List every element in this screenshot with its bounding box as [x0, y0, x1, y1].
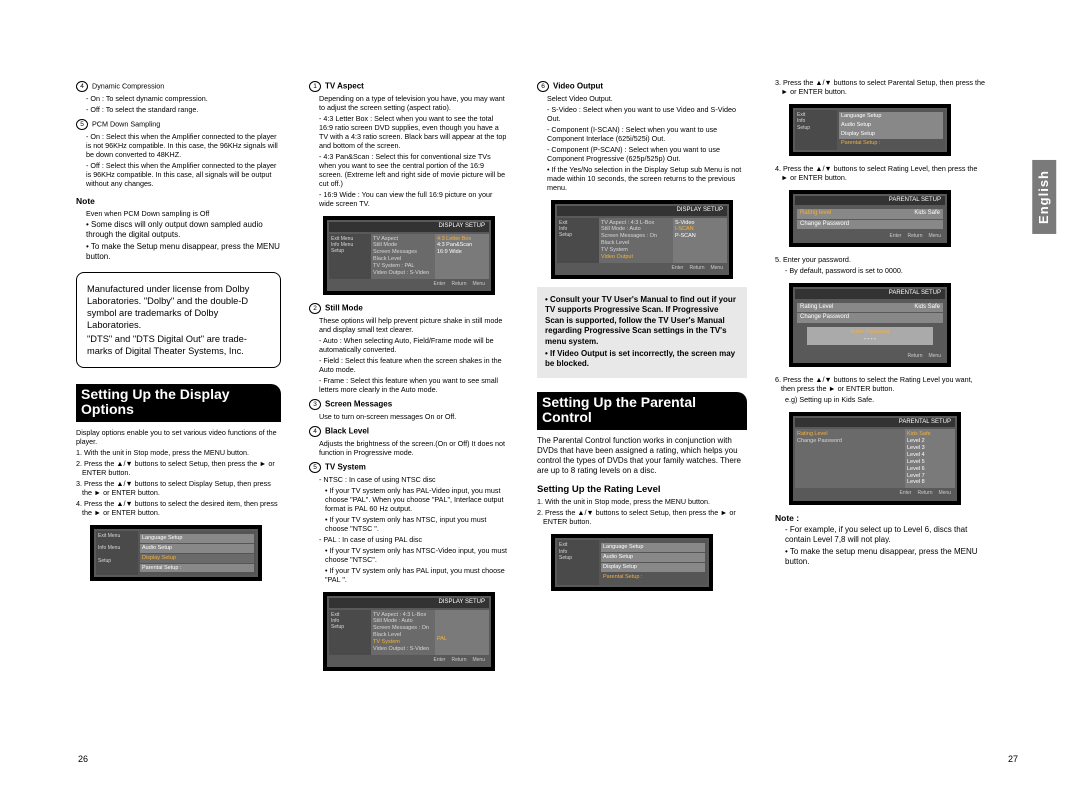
dc-off: - Off : To select the standard range. [86, 105, 281, 114]
tva-body: Depending on a type of television you ha… [319, 94, 509, 112]
tva-wide: - 16:9 Wide : You can view the full 16:9… [319, 190, 509, 208]
osd-display-setup-1: DISPLAY SETUP Exit MenuInfo MenuSetup TV… [323, 216, 495, 295]
osd-parental-levels: PARENTAL SETUP Rating Level Change Passw… [789, 412, 961, 505]
column-3: 6 Video Output Select Video Output. - S-… [537, 76, 747, 679]
note-b2: • To make the Setup menu disappear, pres… [86, 242, 281, 262]
dc-on: - On : To select dynamic compression. [86, 94, 281, 103]
c4-step6: 6. Press the ▲/▼ buttons to select the R… [781, 375, 985, 393]
display-options-title: Setting Up the Display Options [76, 384, 281, 421]
tvs-ntsc-b1: • If your TV system only has PAL-Video i… [325, 486, 509, 513]
tvs-pal-b1: • If your TV system only has NTSC-Video … [325, 546, 509, 564]
dolby-notice-box: Manufactured under license from Dolby La… [76, 272, 281, 368]
bl-body: Adjusts the brightness of the screen.(On… [319, 439, 509, 457]
pc-intro: The Parental Control function works in c… [537, 436, 747, 476]
vo-note: • If the Yes/No selection in the Display… [547, 165, 747, 192]
pcm-on: - On : Select this when the Amplifier co… [86, 132, 281, 159]
vo-cp: - Component (P-SCAN) : Select when you w… [547, 145, 747, 163]
c4-step6-eg: e.g) Setting up in Kids Safe. [785, 395, 985, 404]
column-4: 3. Press the ▲/▼ buttons to select Paren… [775, 76, 985, 679]
osd-left-panel: Exit MenuInfo MenuSetup [96, 531, 138, 576]
language-tab: English [1032, 160, 1056, 234]
display-step3: 3. Press the ▲/▼ buttons to select Displ… [82, 479, 281, 497]
osd-setup-menu-2: ExitInfoSetup Language Setup Audio Setup… [551, 534, 713, 591]
tvs-pal: - PAL : In case of using PAL disc [319, 535, 509, 544]
osd-parental-1: PARENTAL SETUP Rating levelKids Safe Cha… [789, 190, 951, 248]
progressive-scan-warning: • Consult your TV User's Manual to find … [537, 287, 747, 378]
tva-ps: - 4:3 Pan&Scan : Select this for convent… [319, 152, 509, 188]
c4-step4: 4. Press the ▲/▼ buttons to select Ratin… [781, 164, 985, 182]
warn1: • Consult your TV User's Manual to find … [545, 295, 739, 347]
still-field: - Field : Select this feature when the s… [319, 356, 509, 374]
tvs-head: 5 TV System [309, 462, 509, 473]
dolby-text-2: "DTS" and "DTS Digital Out" are trade-ma… [87, 333, 270, 357]
tva-lb: - 4:3 Letter Box : Select when you want … [319, 114, 509, 150]
dynamic-compression-head: 4 Dynamic Compression [76, 81, 281, 92]
c4-step3: 3. Press the ▲/▼ buttons to select Paren… [781, 78, 985, 96]
note-line1: Even when PCM Down sampling is Off [86, 209, 281, 218]
parental-title: Setting Up the Parental Control [537, 392, 747, 429]
sm-body: Use to turn on-screen messages On or Off… [319, 412, 509, 421]
c4-step5: 5. Enter your password. [781, 255, 985, 264]
note-label: Note [76, 196, 281, 207]
sm-head: 3 Screen Messages [309, 399, 509, 410]
column-1: 4 Dynamic Compression - On : To select d… [76, 76, 281, 679]
pc-step1: 1. With the unit in Stop mode, press the… [543, 497, 747, 506]
pcm-off: - Off : Select this when the Amplifier c… [86, 161, 281, 188]
osd-setup-menu-3: ExitInfoSetup Language Setup Audio Setup… [789, 104, 951, 156]
vo-head: 6 Video Output [537, 81, 747, 92]
display-options-section: Setting Up the Display Options [76, 378, 281, 422]
still-body: These options will help prevent picture … [319, 316, 509, 334]
note-b1: • Some discs will only output down sampl… [86, 220, 281, 240]
still-head: 2 Still Mode [309, 303, 509, 314]
tvs-ntsc: - NTSC : In case of using NTSC disc [319, 475, 509, 484]
display-step4: 4. Press the ▲/▼ buttons to select the d… [82, 499, 281, 517]
display-step1: 1. With the unit in Stop mode, press the… [82, 448, 281, 457]
page-number-left: 26 [78, 754, 88, 765]
note-label-2: Note : [775, 513, 985, 524]
page-spread: 4 Dynamic Compression - On : To select d… [0, 0, 1080, 699]
pcm-head: 5 PCM Down Sampling [76, 119, 281, 130]
parental-section: Setting Up the Parental Control [537, 386, 747, 430]
display-step2: 2. Press the ▲/▼ buttons to select Setup… [82, 459, 281, 477]
rating-level-title: Setting Up the Rating Level [537, 484, 747, 496]
dolby-text-1: Manufactured under license from Dolby La… [87, 283, 270, 331]
bl-head: 4 Black Level [309, 426, 509, 437]
note2-b1: - For example, if you select up to Level… [785, 525, 985, 545]
vo-sv: - S-Video : Select when you want to use … [547, 105, 747, 123]
column-2: 1 TV Aspect Depending on a type of telev… [309, 76, 509, 679]
page-number-right: 27 [1008, 754, 1018, 765]
still-auto: - Auto : When selecting Auto, Field/Fram… [319, 336, 509, 354]
tvs-pal-b2: • If your TV system only has PAL input, … [325, 566, 509, 584]
display-intro: Display options enable you to set variou… [76, 428, 281, 446]
osd-parental-password: PARENTAL SETUP Rating LevelKids Safe Cha… [789, 283, 951, 367]
c4-step5-sub: - By default, password is set to 0000. [785, 266, 985, 275]
note2-b2: • To make the setup menu disappear, pres… [785, 547, 985, 567]
still-frame: - Frame : Select this feature when you w… [319, 376, 509, 394]
tvs-ntsc-b2: • If your TV system only has NTSC, input… [325, 515, 509, 533]
osd-setup-menu: Exit MenuInfo MenuSetup Language Setup A… [90, 525, 262, 582]
vo-body: Select Video Output. [547, 94, 747, 103]
pc-step2: 2. Press the ▲/▼ buttons to select Setup… [543, 508, 747, 526]
osd-display-setup-3: DISPLAY SETUP ExitInfoSetup TV Aspect : … [551, 200, 733, 279]
osd-display-setup-2: DISPLAY SETUP ExitInfoSetup TV Aspect : … [323, 592, 495, 671]
warn2: • If Video Output is set incorrectly, th… [545, 349, 739, 370]
tv-aspect-head: 1 TV Aspect [309, 81, 509, 92]
vo-ci: - Component (I-SCAN) : Select when you w… [547, 125, 747, 143]
